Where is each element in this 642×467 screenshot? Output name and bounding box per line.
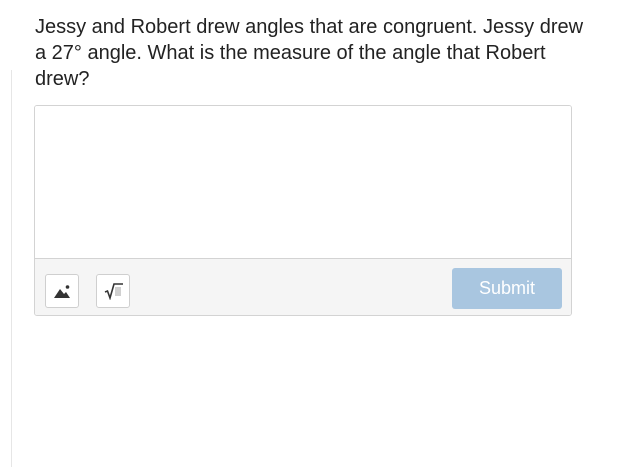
editor-toolbar: Submit [35,258,571,315]
answer-input[interactable] [35,106,571,258]
submit-button[interactable]: Submit [452,268,562,309]
image-icon [54,285,70,298]
question-text: Jessy and Robert drew angles that are co… [35,16,584,90]
question-page: Jessy and Robert drew angles that are co… [0,0,642,467]
left-divider [11,70,12,467]
insert-math-button[interactable] [96,274,130,308]
square-root-icon [104,283,123,300]
insert-image-button[interactable] [45,274,79,308]
answer-editor: Submit [34,105,572,316]
